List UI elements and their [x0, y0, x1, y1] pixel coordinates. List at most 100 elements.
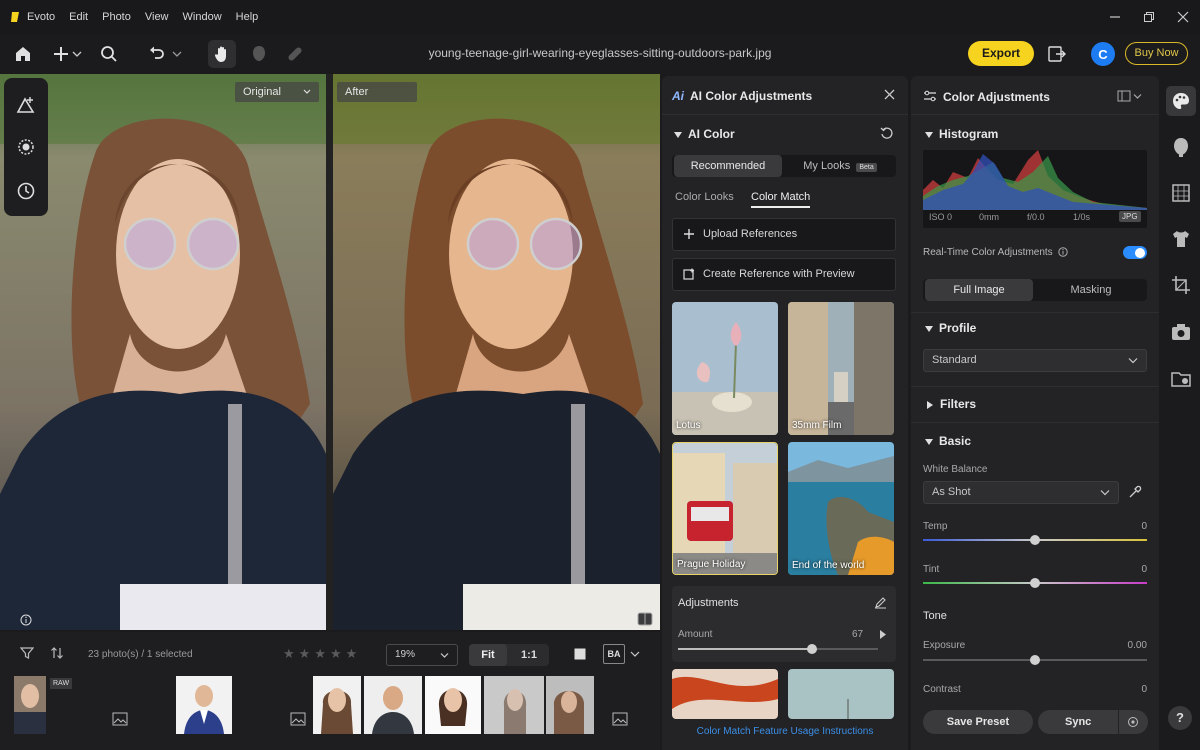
help-icon[interactable]: ? — [1168, 706, 1192, 730]
rating-star-icon[interactable]: ★ — [346, 646, 358, 662]
user-avatar[interactable]: C — [1091, 42, 1115, 66]
buy-now-button[interactable]: Buy Now — [1125, 42, 1188, 65]
info-icon[interactable] — [1058, 247, 1069, 257]
realtime-toggle[interactable] — [1123, 246, 1147, 259]
basic-section[interactable]: Basic — [925, 434, 971, 448]
background-icon[interactable] — [1170, 182, 1192, 204]
thumbnail-8[interactable] — [425, 676, 481, 734]
original-label[interactable]: Original — [235, 82, 319, 102]
hand-tool-icon[interactable] — [208, 40, 236, 68]
panel-toggle-icon[interactable] — [1046, 43, 1068, 65]
temp-slider-knob[interactable] — [1030, 535, 1040, 545]
thumbnail-6[interactable] — [313, 676, 361, 734]
ai-color-section[interactable]: AI Color — [674, 127, 735, 141]
close-icon[interactable] — [884, 89, 895, 100]
subtab-color-match[interactable]: Color Match — [751, 191, 811, 208]
single-view-icon[interactable] — [573, 647, 587, 661]
undo-icon[interactable] — [146, 43, 168, 65]
menu-window[interactable]: Window — [183, 11, 222, 23]
rating-star-icon[interactable]: ★ — [299, 646, 311, 662]
restore-icon[interactable] — [1142, 10, 1156, 24]
thumbnail-11[interactable] — [596, 676, 636, 734]
filter-icon[interactable] — [20, 646, 34, 660]
create-reference-button[interactable]: Create Reference with Preview — [672, 258, 896, 291]
white-balance-select[interactable]: As Shot — [923, 481, 1119, 504]
rating-star-icon[interactable]: ★ — [314, 646, 326, 662]
reset-icon[interactable] — [880, 126, 894, 140]
face-retouch-icon[interactable] — [1170, 136, 1192, 158]
before-after-icon[interactable]: BA — [603, 644, 625, 664]
bandage-tool-icon[interactable] — [284, 43, 306, 65]
thumbnail-5[interactable] — [234, 676, 310, 734]
look-card-prague-holiday[interactable]: Prague Holiday — [672, 442, 778, 575]
thumbnail-7[interactable] — [364, 676, 422, 734]
look-card-marble[interactable] — [672, 669, 778, 719]
menu-help[interactable]: Help — [236, 11, 259, 23]
menu-photo[interactable]: Photo — [102, 11, 131, 23]
home-icon[interactable] — [12, 43, 34, 65]
upload-references-button[interactable]: Upload References — [672, 218, 896, 251]
thumbnail-3[interactable] — [108, 676, 170, 734]
chevron-down-icon[interactable] — [630, 650, 640, 658]
histogram-section[interactable]: Histogram — [925, 127, 998, 141]
tint-slider-knob[interactable] — [1030, 578, 1040, 588]
panel-layout-icon[interactable] — [1117, 90, 1131, 102]
tab-my-looks[interactable]: My Looks Beta — [786, 155, 894, 177]
radial-filter-icon[interactable] — [15, 136, 37, 158]
subtab-color-looks[interactable]: Color Looks — [675, 191, 734, 203]
filters-section[interactable]: Filters — [927, 397, 976, 411]
look-card-35mm-film[interactable]: 35mm Film — [788, 302, 894, 435]
history-icon[interactable] — [15, 180, 37, 202]
profile-select[interactable]: Standard — [923, 349, 1147, 372]
add-icon[interactable] — [50, 43, 72, 65]
fit-button[interactable]: Fit — [469, 644, 507, 666]
undo-history-chevron-icon[interactable] — [170, 43, 184, 65]
retouch-triangle-icon[interactable] — [15, 94, 37, 116]
compare-view-icon[interactable] — [637, 612, 653, 626]
info-icon[interactable] — [20, 614, 32, 626]
look-card-lotus[interactable]: Lotus — [672, 302, 778, 435]
save-preset-button[interactable]: Save Preset — [923, 710, 1033, 734]
thumbnail-10[interactable] — [546, 676, 594, 734]
one-to-one-button[interactable]: 1:1 — [511, 644, 547, 666]
sync-settings-icon[interactable] — [1127, 716, 1139, 728]
rating-star-icon[interactable]: ★ — [330, 646, 342, 662]
color-palette-tab[interactable] — [1166, 86, 1196, 116]
look-card-end-of-the-world[interactable]: End of the world — [788, 442, 894, 575]
minimize-icon[interactable] — [1108, 10, 1122, 24]
look-card-sky[interactable] — [788, 669, 894, 719]
face-tool-icon[interactable] — [248, 43, 270, 65]
crop-icon[interactable] — [1170, 274, 1192, 296]
thumbnail-9[interactable] — [484, 676, 544, 734]
thumbnail-1[interactable] — [14, 676, 46, 734]
rating-stars[interactable]: ★ ★ ★ ★ ★ — [283, 646, 357, 662]
sort-icon[interactable] — [50, 646, 64, 660]
tab-full-image[interactable]: Full Image — [925, 279, 1033, 301]
thumbnail-2[interactable]: RAW — [48, 676, 106, 734]
eyedropper-icon[interactable] — [1128, 485, 1142, 499]
chevron-down-icon[interactable] — [70, 43, 84, 65]
menu-view[interactable]: View — [145, 11, 169, 23]
color-match-instructions-link[interactable]: Color Match Feature Usage Instructions — [662, 726, 908, 737]
search-icon[interactable] — [98, 43, 120, 65]
menu-edit[interactable]: Edit — [69, 11, 88, 23]
photo-viewer[interactable]: Original After — [0, 74, 660, 630]
exposure-slider-knob[interactable] — [1030, 655, 1040, 665]
rating-star-icon[interactable]: ★ — [283, 646, 295, 662]
zoom-select[interactable]: 19% — [386, 644, 458, 666]
close-window-icon[interactable] — [1176, 10, 1190, 24]
tab-recommended[interactable]: Recommended — [674, 155, 782, 177]
camera-icon[interactable] — [1170, 321, 1192, 343]
export-button[interactable]: Export — [968, 41, 1034, 66]
thumbnail-4[interactable] — [176, 676, 232, 734]
tab-masking[interactable]: Masking — [1037, 279, 1145, 301]
folder-view-icon[interactable] — [1170, 368, 1192, 390]
chevron-down-icon[interactable] — [1133, 93, 1142, 100]
profile-section[interactable]: Profile — [925, 321, 976, 335]
edit-icon[interactable] — [874, 596, 887, 609]
sync-button[interactable]: Sync — [1038, 710, 1148, 734]
amount-slider-knob[interactable] — [807, 644, 817, 654]
clothing-icon[interactable] — [1170, 228, 1192, 250]
triangle-right-icon[interactable] — [880, 630, 886, 639]
amount-slider-track[interactable] — [678, 648, 878, 650]
